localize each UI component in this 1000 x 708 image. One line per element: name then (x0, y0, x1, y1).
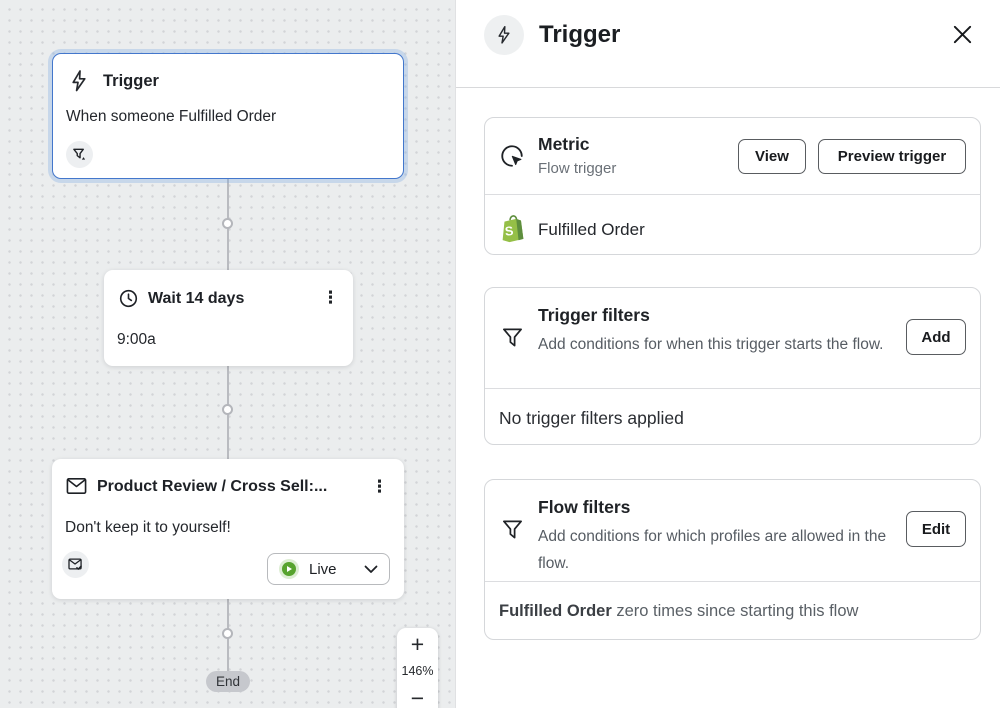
flow-filters-card: Flow filters Add conditions for which pr… (484, 479, 981, 640)
flow-filters-status: Fulfilled Order zero times since startin… (499, 602, 858, 621)
view-button[interactable]: View (738, 139, 806, 174)
connector-dot[interactable] (222, 218, 233, 229)
email-node-subject: Don't keep it to yourself! (65, 519, 231, 537)
trigger-filters-description: Add conditions for when this trigger sta… (538, 332, 890, 359)
edit-button[interactable]: Edit (906, 511, 966, 547)
close-icon[interactable] (948, 20, 976, 48)
flow-filters-status-rest: zero times since starting this flow (612, 602, 859, 620)
panel-header: Trigger (456, 0, 1000, 88)
metric-card-subtitle: Flow trigger (538, 160, 616, 177)
email-node-menu-button[interactable]: ⋮ (367, 476, 392, 497)
trigger-filters-title: Trigger filters (538, 305, 650, 326)
clock-icon (119, 289, 138, 308)
metric-name: Fulfilled Order (538, 220, 645, 240)
preview-trigger-button[interactable]: Preview trigger (818, 139, 966, 174)
flow-filters-status-metric: Fulfilled Order (499, 602, 612, 620)
trigger-node-title: Trigger (103, 72, 159, 91)
trigger-filters-empty-state: No trigger filters applied (499, 408, 684, 429)
card-divider (485, 194, 980, 195)
connector-dot[interactable] (222, 404, 233, 415)
zoom-out-button[interactable]: − (397, 682, 438, 708)
metric-card-title: Metric (538, 134, 590, 155)
lightning-bolt-icon (494, 25, 514, 45)
trigger-filters-card: Trigger filters Add conditions for when … (484, 287, 981, 445)
metric-click-icon (499, 143, 525, 169)
trigger-node[interactable]: Trigger When someone Fulfilled Order (52, 53, 404, 179)
email-status-chip (62, 551, 89, 578)
flow-canvas[interactable]: Trigger When someone Fulfilled Order W (0, 0, 455, 708)
card-divider (485, 388, 980, 389)
card-divider (485, 581, 980, 582)
trigger-node-description: When someone Fulfilled Order (66, 108, 276, 126)
trigger-badge (484, 15, 524, 55)
live-status-icon (279, 559, 299, 579)
wait-node-time: 9:00a (117, 331, 156, 349)
zoom-controls: + 146% − (397, 628, 438, 708)
zoom-in-button[interactable]: + (397, 628, 438, 660)
envelope-icon (66, 477, 87, 495)
funnel-icon (501, 326, 524, 349)
envelope-check-icon (68, 558, 83, 571)
flow-editor: Trigger When someone Fulfilled Order W (0, 0, 1000, 708)
funnel-person-icon (72, 147, 87, 162)
wait-node-menu-button[interactable]: ⋮ (318, 287, 343, 308)
panel-title: Trigger (539, 21, 620, 49)
lightning-bolt-icon (67, 69, 91, 93)
wait-node[interactable]: Wait 14 days ⋮ 9:00a (104, 270, 353, 366)
zoom-level: 146% (397, 660, 438, 682)
trigger-filter-chip[interactable] (66, 141, 93, 168)
shopify-icon: S (499, 214, 527, 244)
funnel-icon (501, 518, 524, 541)
email-status-label: Live (309, 561, 337, 578)
connector-dot[interactable] (222, 628, 233, 639)
flow-filters-description: Add conditions for which profiles are al… (538, 524, 890, 577)
flow-end-label: End (206, 671, 250, 692)
chevron-down-icon (364, 565, 378, 574)
email-node[interactable]: Product Review / Cross Sell:... ⋮ Don't … (52, 459, 404, 599)
wait-node-title: Wait 14 days (148, 290, 244, 308)
add-button[interactable]: Add (906, 319, 966, 355)
trigger-detail-panel: Trigger Metric Flow trigger View Preview… (455, 0, 1000, 708)
svg-text:S: S (504, 224, 514, 239)
email-status-dropdown[interactable]: Live (267, 553, 390, 585)
metric-card: Metric Flow trigger View Preview trigger… (484, 117, 981, 255)
flow-filters-title: Flow filters (538, 497, 630, 518)
email-node-title: Product Review / Cross Sell:... (97, 478, 327, 496)
